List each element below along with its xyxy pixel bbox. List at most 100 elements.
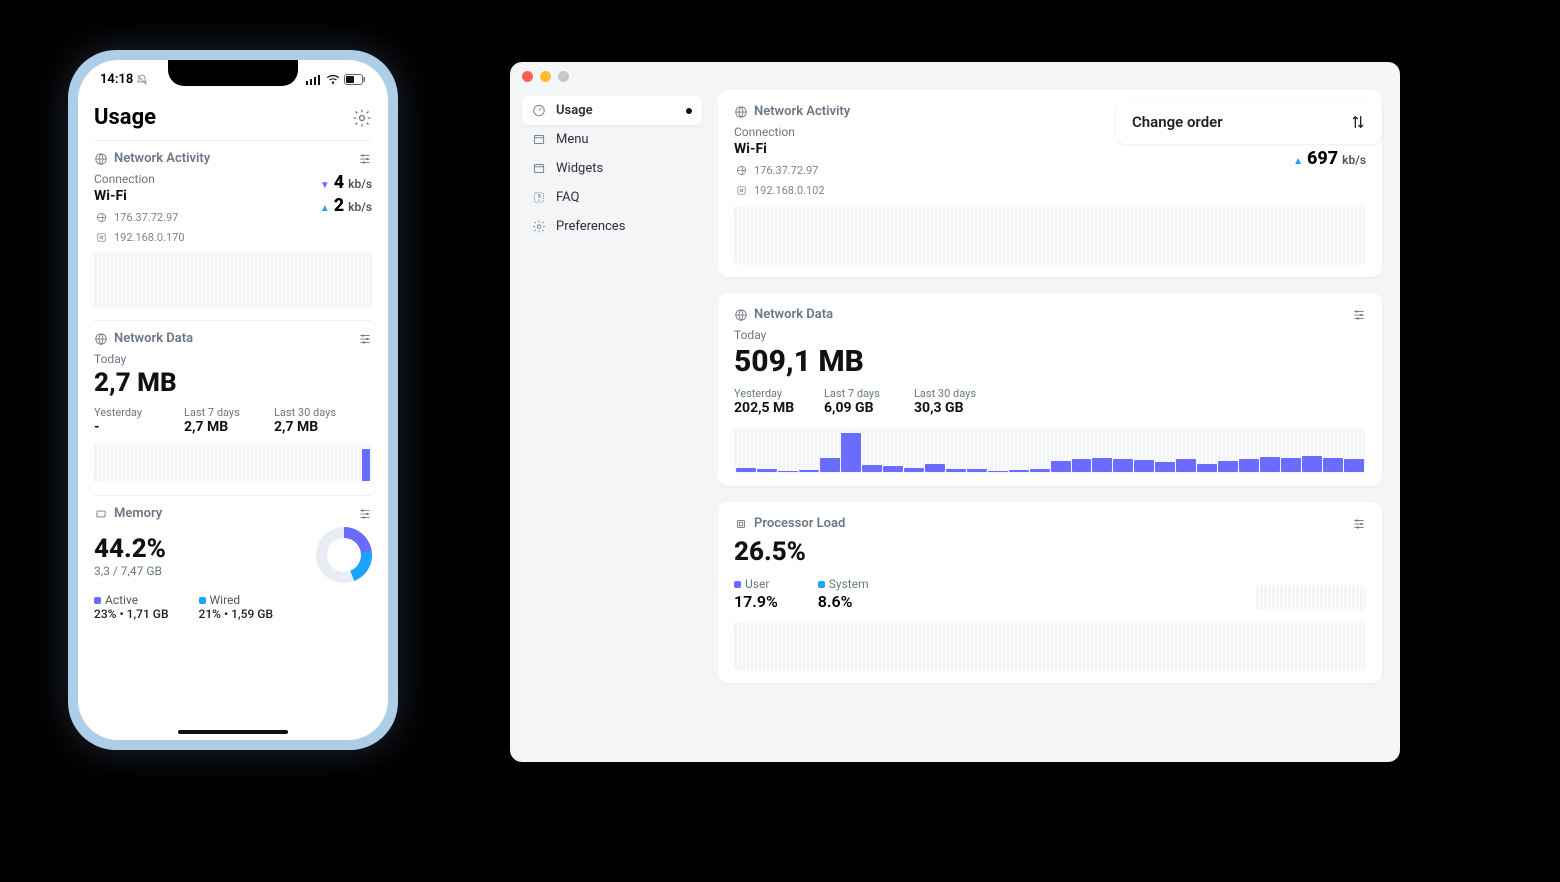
cpu-icon — [734, 517, 748, 531]
cpu-small-chart — [1256, 585, 1366, 611]
memory-percent: 44.2% — [94, 534, 166, 564]
phone-screen: 14:18 Usage — [78, 60, 388, 740]
network-data-card: Network Data Today 509,1 MB Yesterday202… — [718, 293, 1382, 486]
zoom-button[interactable] — [558, 71, 569, 82]
sidebar-item-widgets[interactable]: Widgets — [522, 154, 702, 183]
connection-label: Connection — [734, 125, 825, 139]
ip-public: 176.37.72.97 — [114, 211, 178, 224]
today-label: Today — [94, 352, 372, 366]
sidebar-item-label: FAQ — [556, 190, 579, 205]
card-title: Processor Load — [754, 516, 845, 531]
sliders-icon[interactable] — [358, 332, 372, 346]
legend-user: User17.9% — [734, 573, 778, 611]
legend-system: System8.6% — [818, 573, 869, 611]
sidebar-item-preferences[interactable]: Preferences — [522, 212, 702, 241]
chip-icon — [94, 507, 108, 521]
lan-icon — [94, 230, 108, 244]
sliders-icon[interactable] — [1352, 308, 1366, 322]
ip-local: 192.168.0.102 — [754, 184, 825, 197]
cellular-icon — [306, 75, 322, 85]
stat-item: Yesterday202,5 MB — [734, 387, 804, 416]
sidebar-item-usage[interactable]: Usage — [522, 96, 702, 125]
legend-wired: Wired21% • 1,59 GB — [199, 593, 274, 621]
window-titlebar — [510, 62, 1400, 90]
card-title: Network Activity — [754, 104, 850, 119]
card-title: Memory — [114, 506, 162, 521]
globe-icon — [734, 163, 748, 177]
stat-item: Last 30 days30,3 GB — [914, 387, 984, 416]
battery-icon — [344, 74, 366, 85]
card-title: Network Data — [114, 331, 193, 346]
widgets-scroll[interactable]: Network Activity Connection Wi-Fi 176.37… — [718, 90, 1388, 750]
globe-icon — [94, 332, 108, 346]
card-title: Network Activity — [114, 151, 210, 166]
stat-item: Last 7 days6,09 GB — [824, 387, 894, 416]
sort-arrows-icon — [1350, 114, 1366, 130]
phone-notch — [168, 60, 298, 86]
network-activity-card: Network Activity Connection Wi-Fi 176.37… — [94, 140, 372, 320]
net-activity-chart — [734, 205, 1366, 265]
help-icon — [532, 191, 546, 205]
memory-card: Memory 44.2% 3,3 / 7,47 GB Active23% • 1… — [94, 495, 372, 633]
sidebar-item-label: Usage — [556, 103, 593, 118]
globe-icon — [734, 308, 748, 322]
lan-icon — [734, 183, 748, 197]
ip-local: 192.168.0.170 — [114, 231, 185, 244]
sidebar-item-faq[interactable]: FAQ — [522, 183, 702, 212]
stat-item: Last 7 days2,7 MB — [184, 406, 254, 435]
memory-donut — [316, 527, 372, 583]
legend-active: Active23% • 1,71 GB — [94, 593, 169, 621]
connection-value: Wi-Fi — [734, 141, 825, 157]
phone-frame: 14:18 Usage — [68, 50, 398, 750]
cpu-percent: 26.5% — [734, 537, 1366, 567]
today-label: Today — [734, 328, 1366, 342]
sliders-icon[interactable] — [1352, 517, 1366, 531]
connection-label: Connection — [94, 172, 185, 186]
stat-item: Last 30 days2,7 MB — [274, 406, 344, 435]
download-rate: ▼4kb/s — [320, 172, 372, 193]
sidebar: Usage Menu Widgets FAQ Preferences — [522, 90, 702, 750]
close-button[interactable] — [522, 71, 533, 82]
network-data-card: Network Data Today 2,7 MB Yesterday- Last… — [94, 320, 372, 495]
sliders-icon[interactable] — [358, 507, 372, 521]
globe-icon — [94, 210, 108, 224]
net-data-chart — [734, 428, 1366, 474]
netdata-stats: Yesterday202,5 MB Last 7 days6,09 GB Last … — [734, 387, 1366, 416]
card-title: Network Data — [754, 307, 833, 322]
page-title: Usage — [94, 105, 156, 130]
sidebar-item-menu[interactable]: Menu — [522, 125, 702, 154]
gear-icon — [532, 220, 546, 234]
globe-icon — [734, 105, 748, 119]
net-activity-chart — [94, 252, 372, 308]
stat-item: Yesterday- — [94, 406, 164, 435]
today-value: 2,7 MB — [94, 368, 372, 398]
connection-value: Wi-Fi — [94, 188, 185, 204]
change-order-label: Change order — [1132, 113, 1223, 131]
gear-icon[interactable] — [352, 108, 372, 128]
wifi-icon — [326, 75, 340, 85]
upload-rate: ▲2kb/s — [320, 195, 372, 216]
memory-detail: 3,3 / 7,47 GB — [94, 564, 166, 578]
net-data-chart — [94, 443, 372, 483]
status-time: 14:18 — [100, 72, 133, 87]
sliders-icon[interactable] — [358, 152, 372, 166]
cpu-history-chart — [734, 621, 1366, 671]
sidebar-item-label: Widgets — [556, 161, 603, 176]
window-icon — [532, 162, 546, 176]
badge-dot — [686, 108, 692, 114]
upload-rate: ▲697kb/s — [1293, 148, 1366, 169]
processor-card: Processor Load 26.5% User17.9% System8.6… — [718, 502, 1382, 683]
netdata-stats: Yesterday- Last 7 days2,7 MB Last 30 days2… — [94, 406, 372, 435]
gauge-icon — [532, 104, 546, 118]
bell-slash-icon — [136, 74, 148, 86]
sidebar-item-label: Preferences — [556, 219, 625, 234]
globe-icon — [94, 152, 108, 166]
ip-public: 176.37.72.97 — [754, 164, 818, 177]
sidebar-item-label: Menu — [556, 132, 589, 147]
home-indicator[interactable] — [178, 730, 288, 734]
window-icon — [532, 133, 546, 147]
app-window: Usage Menu Widgets FAQ Preferences Network A… — [510, 62, 1400, 762]
today-value: 509,1 MB — [734, 344, 1366, 379]
change-order-button[interactable]: Change order — [1116, 100, 1382, 144]
minimize-button[interactable] — [540, 71, 551, 82]
